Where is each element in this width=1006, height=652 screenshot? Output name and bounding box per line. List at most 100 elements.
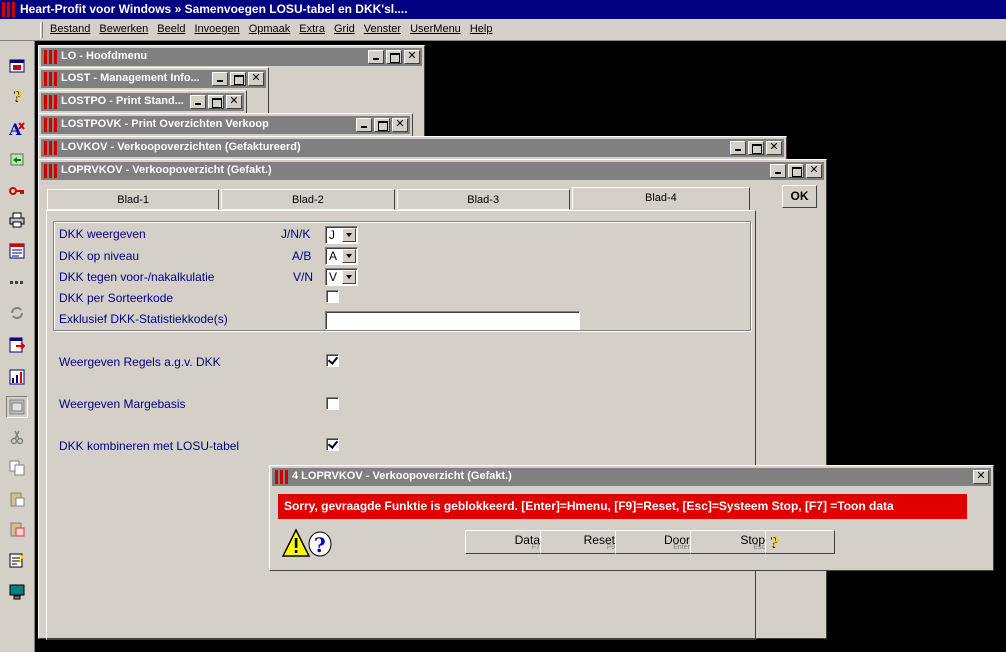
help-question-icon[interactable]: ??	[6, 85, 28, 107]
menu-bewerken[interactable]: Bewerken	[99, 23, 148, 35]
svg-text:?: ?	[18, 554, 24, 565]
window-logo-icon	[44, 164, 58, 178]
form-icon[interactable]	[6, 240, 28, 262]
chevron-down-icon[interactable]	[342, 270, 356, 284]
export-icon[interactable]	[6, 334, 28, 356]
svg-text:?: ?	[314, 533, 326, 557]
dkk-per-sorteerkode-label: DKK per Sorteerkode	[59, 291, 174, 305]
door-button-key: Enter	[673, 544, 690, 551]
chart-icon[interactable]	[6, 366, 28, 388]
exklusief-label: Exklusief DKK-Statistiekkode(s)	[59, 312, 228, 326]
paste-special-icon[interactable]	[6, 518, 28, 540]
close-button[interactable]: ✕	[766, 141, 782, 155]
menubar: Bestand Bewerken Beeld Invoegen Opmaak E…	[0, 19, 1006, 41]
svg-text:?: ?	[14, 89, 22, 104]
window-titlebar[interactable]: LOVKOV - Verkoopoverzichten (Gefaktureer…	[41, 139, 784, 157]
window-title: LOPRVKOV - Verkoopoverzicht (Gefakt.)	[61, 164, 272, 176]
refresh-icon[interactable]	[6, 302, 28, 324]
panel-icon[interactable]	[6, 396, 28, 418]
window-titlebar[interactable]: LO - Hoofdmenu ✕	[41, 48, 422, 66]
close-button[interactable]: ✕	[806, 164, 822, 178]
menu-grid[interactable]: Grid	[334, 23, 355, 35]
menubar-grip	[40, 22, 43, 38]
weergeven-margebasis-label: Weergeven Margebasis	[59, 397, 186, 411]
dkk-weergeven-select[interactable]: J	[325, 226, 358, 244]
window-logo-icon	[44, 95, 58, 109]
menu-opmaak[interactable]: Opmaak	[249, 23, 291, 35]
exklusief-input[interactable]	[325, 311, 580, 330]
dkk-tegen-value: V	[329, 270, 338, 284]
import-icon[interactable]	[6, 148, 28, 170]
minimize-button[interactable]	[770, 164, 786, 178]
minimize-button[interactable]	[368, 50, 384, 64]
dkk-weergeven-value: J	[329, 228, 335, 242]
monitor-icon[interactable]	[6, 581, 28, 603]
copy-icon[interactable]	[6, 457, 28, 479]
minimize-button[interactable]	[730, 141, 746, 155]
chevron-down-icon[interactable]	[342, 228, 356, 242]
print-icon[interactable]	[6, 209, 28, 231]
scissors-icon[interactable]	[6, 426, 28, 448]
maximize-button[interactable]	[386, 50, 402, 64]
dkk-per-sorteerkode-checkbox[interactable]	[326, 290, 339, 303]
tab-blad-3[interactable]: Blad-3	[396, 189, 570, 210]
close-button[interactable]: ✕	[248, 72, 264, 86]
dialog-close-button[interactable]: ✕	[973, 470, 989, 484]
close-button[interactable]: ✕	[226, 95, 242, 109]
left-toolbar: ?? A ?	[0, 41, 35, 652]
dialog-titlebar[interactable]: 4 LOPRVKOV - Verkoopoverzicht (Gefakt.) …	[272, 468, 991, 486]
dkk-tegen-label: DKK tegen voor-/nakalkulatie	[59, 270, 215, 284]
dialog-logo-icon	[275, 470, 289, 484]
window-titlebar[interactable]: LOSTPO - Print Stand... ✕	[41, 93, 244, 111]
close-button[interactable]: ✕	[404, 50, 420, 64]
menu-usermenu[interactable]: UserMenu	[410, 23, 461, 35]
error-dialog[interactable]: 4 LOPRVKOV - Verkoopoverzicht (Gefakt.) …	[269, 465, 994, 571]
menu-bestand[interactable]: Bestand	[50, 23, 90, 35]
dkk-op-niveau-select[interactable]: A	[325, 247, 358, 265]
maximize-button[interactable]	[208, 95, 224, 109]
ok-button[interactable]: OK	[782, 185, 817, 208]
dkk-tegen-hint: V/N	[293, 270, 314, 284]
chevron-down-icon[interactable]	[342, 249, 356, 263]
reset-button-key: F9	[606, 544, 615, 551]
maximize-button[interactable]	[788, 164, 804, 178]
menu-extra[interactable]: Extra	[299, 23, 325, 35]
menu-invoegen[interactable]: Invoegen	[194, 23, 239, 35]
error-message: Sorry, gevraagde Funktie is geblokkeerd.…	[278, 494, 967, 519]
window-title: LOST - Management Info...	[61, 72, 200, 84]
dots-icon[interactable]	[6, 271, 28, 293]
app-titlebar: Heart-Profit voor Windows » Samenvoegen …	[0, 0, 1006, 19]
menu-venster[interactable]: Venster	[364, 23, 401, 35]
maximize-button[interactable]	[230, 72, 246, 86]
window-logo-icon	[44, 72, 58, 86]
window-titlebar[interactable]: LOSTPOVK - Print Overzichten Verkoop ✕	[41, 116, 410, 134]
weergeven-margebasis-checkbox[interactable]	[326, 397, 339, 410]
app-logo-icon	[2, 2, 16, 17]
window-icon[interactable]	[6, 55, 28, 77]
maximize-button[interactable]	[748, 141, 764, 155]
app-title: Heart-Profit voor Windows » Samenvoegen …	[20, 2, 408, 16]
tab-blad-2[interactable]: Blad-2	[221, 189, 395, 210]
tab-blad-4[interactable]: Blad-4	[571, 187, 750, 210]
window-titlebar[interactable]: LOST - Management Info... ✕	[41, 70, 266, 88]
minimize-button[interactable]	[356, 118, 372, 132]
key-icon[interactable]	[6, 180, 28, 202]
minimize-button[interactable]	[212, 72, 228, 86]
window-titlebar[interactable]: LOPRVKOV - Verkoopoverzicht (Gefakt.) ✕	[41, 162, 824, 180]
dkk-kombineren-checkbox[interactable]	[326, 438, 339, 451]
help-button[interactable]: ??	[765, 530, 835, 554]
minimize-button[interactable]	[190, 95, 206, 109]
text-format-icon[interactable]: A	[6, 117, 28, 139]
close-button[interactable]: ✕	[392, 118, 408, 132]
dkk-tegen-select[interactable]: V	[325, 268, 358, 286]
paste-icon[interactable]	[6, 488, 28, 510]
tab-blad-1[interactable]: Blad-1	[47, 189, 220, 210]
properties-icon[interactable]: ?	[6, 549, 28, 571]
maximize-button[interactable]	[374, 118, 390, 132]
weergeven-regels-checkbox[interactable]	[326, 354, 339, 367]
window-logo-icon	[44, 118, 58, 132]
dkk-weergeven-label: DKK weergeven	[59, 227, 146, 241]
menu-help[interactable]: Help	[470, 23, 493, 35]
menu-beeld[interactable]: Beeld	[157, 23, 185, 35]
data-button-key: F7	[531, 544, 540, 551]
